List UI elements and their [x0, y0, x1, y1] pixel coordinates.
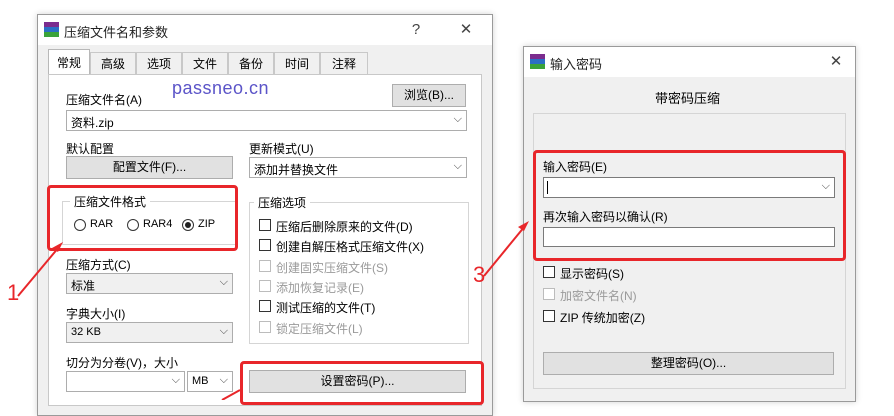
tab-options[interactable]: 选项 — [136, 52, 182, 74]
highlight-password-box — [240, 361, 484, 405]
dict-size-label: 字典大小(I) — [66, 307, 126, 321]
recovery-record-label: 添加恢复记录(E) — [276, 281, 364, 295]
split-unit-value: MB — [192, 375, 209, 387]
help-button[interactable]: ? — [404, 20, 428, 40]
winrar-icon — [44, 22, 59, 37]
browse-button[interactable]: 浏览(B)... — [392, 84, 466, 107]
delete-after-label: 压缩后删除原来的文件(D) — [276, 220, 413, 234]
password-dialog-titlebar: 输入密码 ✕ — [524, 47, 855, 77]
zip-legacy-label: ZIP 传统加密(Z) — [560, 311, 646, 325]
chevron-down-icon[interactable]: ⌵ — [454, 113, 462, 126]
archive-name-field[interactable]: 资料.zip ⌵ — [66, 110, 467, 131]
archive-name-label: 压缩文件名(A) — [66, 93, 142, 107]
update-mode-label: 更新模式(U) — [249, 142, 314, 156]
tab-backup[interactable]: 备份 — [228, 52, 274, 74]
highlight-password-fields-box — [533, 150, 846, 261]
annotation-number-3: 3 — [473, 262, 486, 287]
recovery-record-checkbox — [259, 280, 271, 292]
encrypt-names-checkbox — [543, 288, 555, 300]
organize-passwords-button[interactable]: 整理密码(O)... — [543, 352, 834, 375]
tab-general[interactable]: 常规 — [48, 49, 90, 75]
password-dialog-title: 输入密码 — [550, 57, 603, 72]
sfx-checkbox[interactable] — [259, 239, 271, 251]
method-select[interactable]: 标准 ⌵ — [66, 273, 233, 294]
chevron-down-icon[interactable]: ⌵ — [220, 374, 228, 387]
tab-time[interactable]: 时间 — [274, 52, 320, 74]
chevron-down-icon[interactable]: ⌵ — [220, 325, 228, 338]
test-files-label: 测试压缩的文件(T) — [276, 301, 376, 315]
tab-files[interactable]: 文件 — [182, 52, 228, 74]
method-value: 标准 — [71, 279, 96, 293]
close-icon[interactable]: ✕ — [454, 20, 478, 40]
tab-advanced[interactable]: 高级 — [90, 52, 136, 74]
chevron-down-icon[interactable]: ⌵ — [220, 276, 228, 289]
archive-dialog-title: 压缩文件名和参数 — [64, 25, 169, 40]
lock-archive-label: 锁定压缩文件(L) — [276, 322, 363, 336]
lock-archive-checkbox — [259, 321, 271, 333]
show-password-checkbox[interactable] — [543, 266, 555, 278]
winrar-icon — [530, 54, 545, 69]
archive-name-value: 资料.zip — [71, 116, 114, 130]
solid-checkbox — [259, 260, 271, 272]
highlight-format-box — [47, 185, 238, 251]
update-mode-select[interactable]: 添加并替换文件 ⌵ — [249, 157, 467, 178]
watermark: passneo.cn — [172, 78, 270, 98]
tab-comment[interactable]: 注释 — [320, 52, 368, 74]
update-mode-value: 添加并替换文件 — [254, 163, 339, 177]
encrypt-names-label: 加密文件名(N) — [560, 289, 637, 303]
chevron-down-icon[interactable]: ⌵ — [454, 160, 462, 173]
split-label: 切分为分卷(V)，大小 — [66, 356, 178, 370]
annotation-number-1: 1 — [7, 280, 20, 305]
dict-size-select[interactable]: 32 KB ⌵ — [66, 322, 233, 343]
delete-after-checkbox[interactable] — [259, 219, 271, 231]
split-unit-select[interactable]: MB ⌵ — [187, 371, 233, 392]
archive-options-label: 压缩选项 — [254, 194, 311, 211]
config-file-button[interactable]: 配置文件(F)... — [66, 156, 233, 179]
zip-legacy-checkbox[interactable] — [543, 310, 555, 322]
archive-dialog-titlebar: 压缩文件名和参数 ? ✕ — [38, 15, 492, 45]
solid-label: 创建固实压缩文件(S) — [276, 261, 388, 275]
dict-size-value: 32 KB — [71, 326, 101, 338]
password-heading: 带密码压缩 — [655, 91, 721, 106]
close-icon[interactable]: ✕ — [824, 52, 848, 72]
method-label: 压缩方式(C) — [66, 258, 131, 272]
default-config-label: 默认配置 — [66, 142, 115, 156]
show-password-label: 显示密码(S) — [560, 267, 624, 281]
test-files-checkbox[interactable] — [259, 300, 271, 312]
sfx-label: 创建自解压格式压缩文件(X) — [276, 240, 424, 254]
split-size-input[interactable]: ⌵ — [66, 371, 185, 392]
chevron-down-icon[interactable]: ⌵ — [172, 374, 180, 387]
